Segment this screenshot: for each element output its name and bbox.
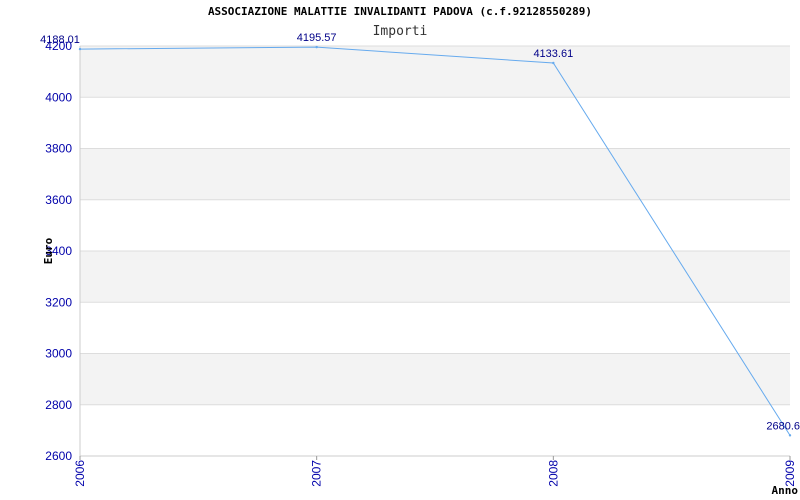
grid-band [80,251,790,303]
data-label: 4195.57 [297,32,337,44]
plot-area: 2600280030003200340036003800400042002006… [40,32,800,497]
y-tick-label: 3200 [45,295,72,309]
x-tick-label: 2009 [783,460,797,487]
x-axis-label: Anno [772,484,799,497]
y-tick-label: 3600 [45,193,72,207]
data-label: 2680.6 [766,420,800,432]
data-point [788,434,792,437]
y-tick-label: 2600 [45,449,72,463]
y-axis-label: Euro [42,237,55,264]
grid-band [80,404,790,456]
grid-band [80,302,790,354]
x-tick-label: 2008 [546,460,560,487]
grid-band [80,46,790,98]
data-point [315,45,318,49]
y-tick-label: 4000 [45,90,72,104]
data-label: 4188.01 [40,34,80,46]
data-point [78,47,82,51]
data-point [552,61,555,65]
y-tick-label: 3800 [45,142,72,156]
data-label: 4133.61 [533,48,573,60]
x-tick-label: 2006 [73,460,87,487]
y-tick-label: 2800 [45,398,72,412]
grid-band [80,199,790,251]
grid-band [80,353,790,405]
chart: ASSOCIAZIONE MALATTIE INVALIDANTI PADOVA… [0,0,800,500]
grid-band [80,148,790,200]
y-tick-label: 3000 [45,347,72,361]
grid-band [80,97,790,149]
x-tick-label: 2007 [310,460,324,487]
